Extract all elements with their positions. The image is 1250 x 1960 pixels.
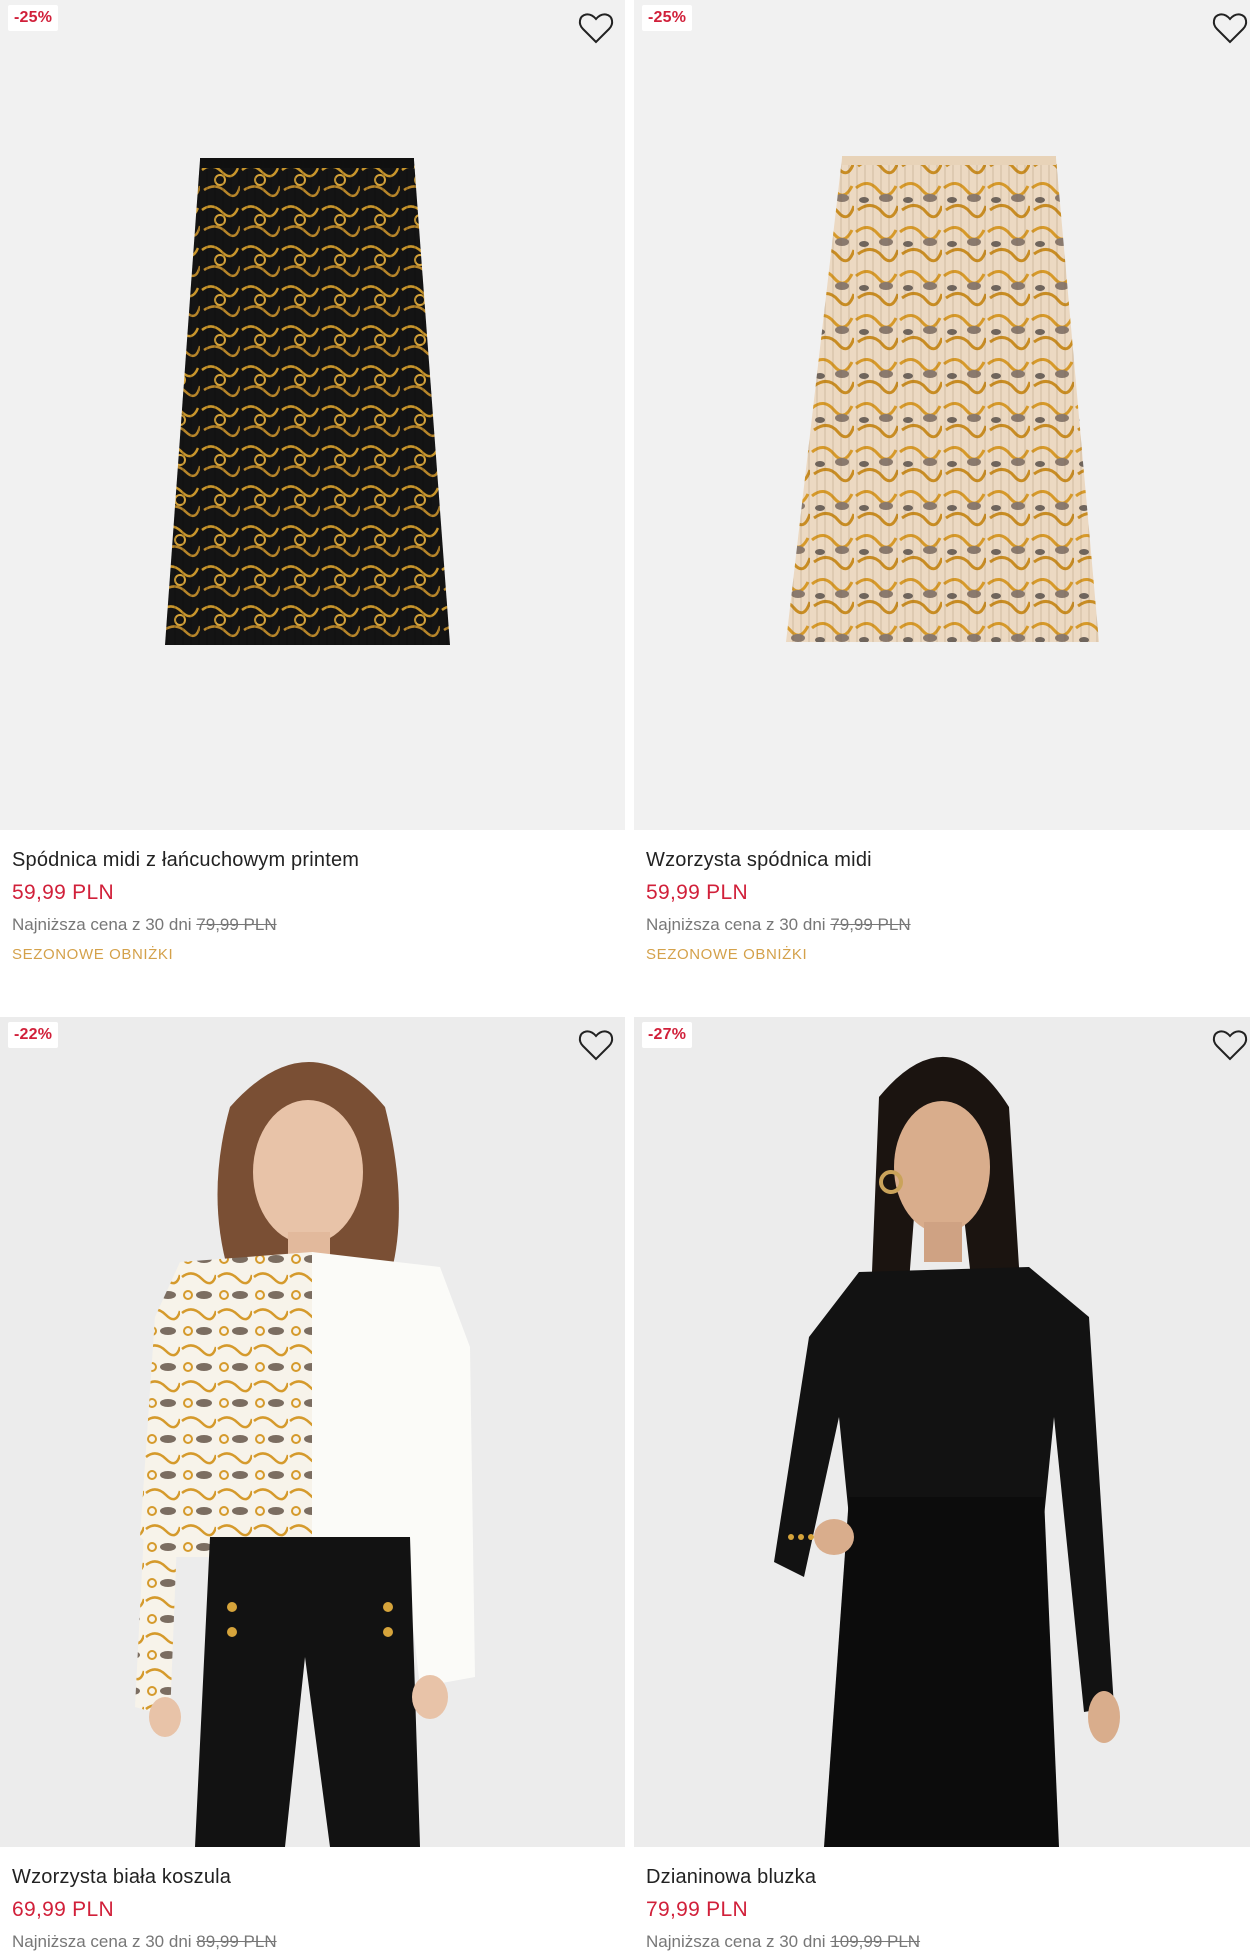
product-info: Spódnica midi z łańcuchowym printem 59,9… [0,830,625,965]
favorite-heart-icon[interactable] [577,10,615,46]
model-image [135,1062,475,1847]
product-card[interactable]: -27% Dzianinowa bluzka 79,99 PLN Najniżs… [634,1017,1250,1953]
product-info: Wzorzysta biała koszula 69,99 PLN Najniż… [0,1847,625,1953]
lowest-price-value: 79,99 PLN [196,915,277,934]
product-info: Dzianinowa bluzka 79,99 PLN Najniższa ce… [634,1847,1250,1953]
favorite-heart-icon[interactable] [1211,1027,1249,1063]
favorite-heart-icon[interactable] [577,1027,615,1063]
lowest-price-info: Najniższa cena z 30 dni 109,99 PLN [646,1931,1247,1953]
lowest-price-info: Najniższa cena z 30 dni 79,99 PLN [646,914,1247,936]
promo-label: SEZONOWE OBNIŻKI [12,946,174,963]
product-image[interactable]: -22% [0,1017,625,1847]
product-price: 69,99 PLN [12,1898,114,1921]
product-price: 59,99 PLN [646,881,748,904]
lowest-price-info: Najniższa cena z 30 dni 79,99 PLN [12,914,613,936]
product-image[interactable]: -25% [0,0,625,830]
product-name[interactable]: Wzorzysta biała koszula [12,1865,613,1889]
lowest-price-value: 89,99 PLN [196,1932,277,1951]
product-card[interactable]: -25% Wzorzysta spódnica midi 59,99 PLN N… [634,0,1250,965]
discount-badge: -25% [8,5,59,31]
product-price: 59,99 PLN [12,881,114,904]
lowest-price-label: Najniższa cena z 30 dni [646,915,826,934]
product-grid: -25% Spódnica midi z łańcuchowym printem… [0,0,1250,1960]
favorite-heart-icon[interactable] [1211,10,1249,46]
lowest-price-label: Najniższa cena z 30 dni [12,915,192,934]
product-name[interactable]: Spódnica midi z łańcuchowym printem [12,848,613,872]
skirt-image [165,158,450,645]
product-image[interactable]: -25% [634,0,1250,830]
lowest-price-info: Najniższa cena z 30 dni 89,99 PLN [12,1931,613,1953]
product-info: Wzorzysta spódnica midi 59,99 PLN Najniż… [634,830,1250,965]
discount-badge: -27% [642,1022,693,1048]
product-card[interactable]: -22% Wzorzysta biała koszula 69,99 PLN N… [0,1017,625,1953]
discount-badge: -22% [8,1022,59,1048]
promo-label: SEZONOWE OBNIŻKI [646,946,808,963]
discount-badge: -25% [642,5,693,31]
lowest-price-label: Najniższa cena z 30 dni [12,1932,192,1951]
lowest-price-value: 109,99 PLN [830,1932,921,1951]
lowest-price-label: Najniższa cena z 30 dni [646,1932,826,1951]
model-image [774,1056,1120,1847]
product-name[interactable]: Wzorzysta spódnica midi [646,848,1247,872]
lowest-price-value: 79,99 PLN [830,915,911,934]
product-price: 79,99 PLN [646,1898,748,1921]
product-image[interactable]: -27% [634,1017,1250,1847]
skirt-image [786,156,1099,642]
product-name[interactable]: Dzianinowa bluzka [646,1865,1247,1889]
product-card[interactable]: -25% Spódnica midi z łańcuchowym printem… [0,0,625,965]
